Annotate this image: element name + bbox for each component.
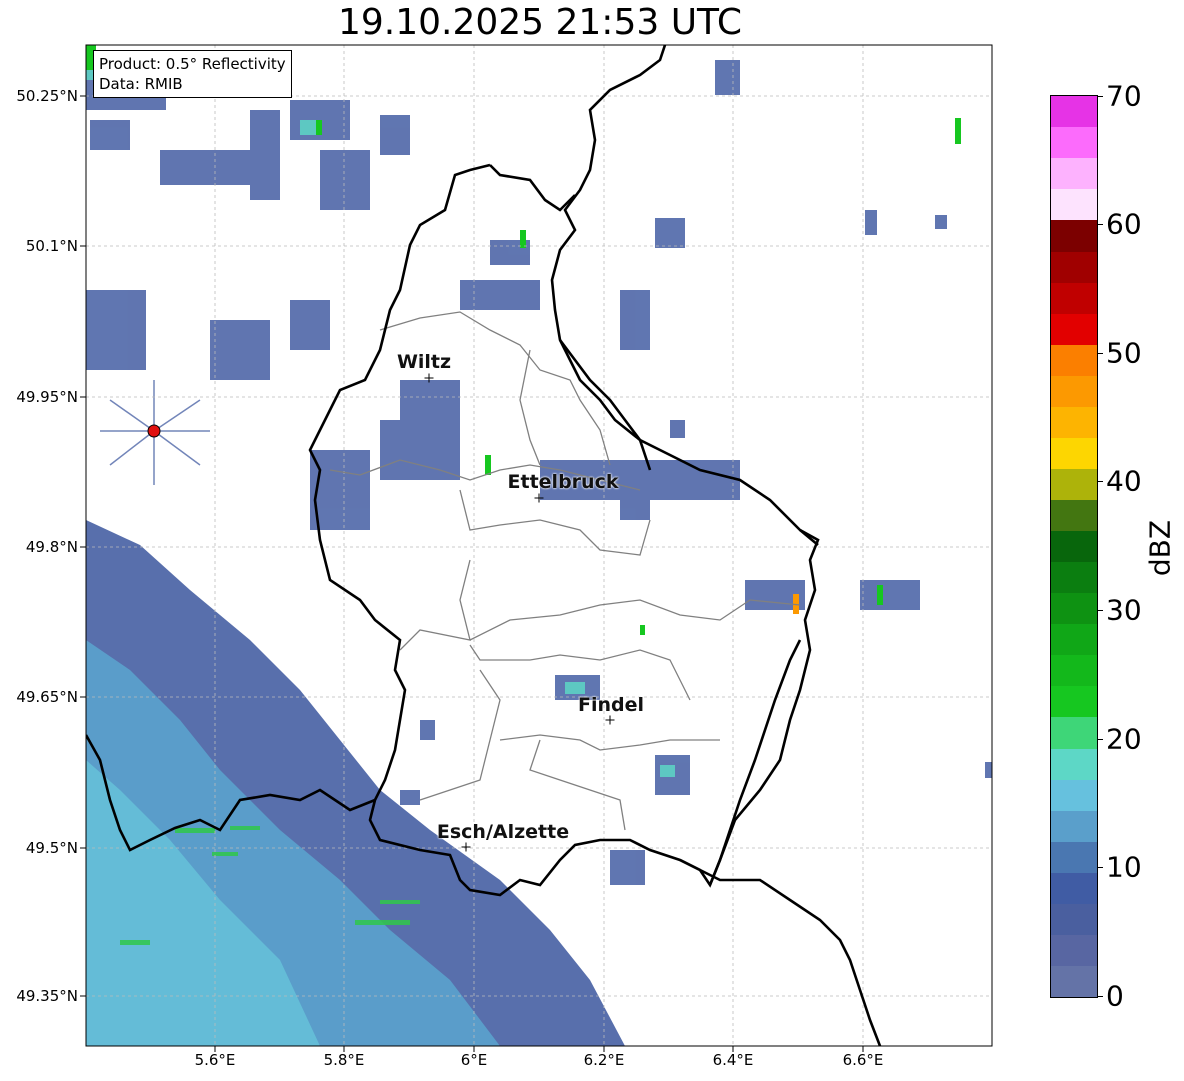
colorbar-segment bbox=[1051, 500, 1097, 532]
colorbar-tick bbox=[1097, 996, 1103, 997]
city-label-findel: Findel bbox=[577, 694, 645, 716]
colorbar-segment bbox=[1051, 96, 1097, 128]
colorbar-segment bbox=[1051, 127, 1097, 159]
colorbar-segment bbox=[1051, 282, 1097, 314]
colorbar-segment bbox=[1051, 872, 1097, 904]
city-marker-icon bbox=[605, 715, 615, 725]
colorbar-tick bbox=[1097, 610, 1103, 611]
colorbar-segment bbox=[1051, 686, 1097, 718]
lon-label: 5.6°E bbox=[194, 1051, 236, 1069]
colorbar-segment bbox=[1051, 593, 1097, 625]
colorbar-tick bbox=[1097, 867, 1103, 868]
colorbar-segment bbox=[1051, 841, 1097, 873]
colorbar-segment bbox=[1051, 406, 1097, 438]
product-label: Product: 0.5° Reflectivity bbox=[99, 55, 286, 73]
lon-label: 6.2°E bbox=[583, 1051, 625, 1069]
dbz-colorbar bbox=[1050, 95, 1098, 998]
lon-label: 6°E bbox=[460, 1051, 488, 1069]
lon-label: 6.4°E bbox=[712, 1051, 754, 1069]
colorbar-tick bbox=[1097, 481, 1103, 482]
colorbar-tick bbox=[1097, 739, 1103, 740]
colorbar-tick-label: 70 bbox=[1106, 79, 1142, 113]
data-source-label: Data: RMIB bbox=[99, 75, 183, 93]
city-label-esch-alzette: Esch/Alzette bbox=[436, 821, 570, 843]
radar-site-marker bbox=[147, 424, 161, 438]
lat-label: 49.95°N bbox=[16, 388, 78, 406]
city-label-wiltz: Wiltz bbox=[396, 351, 452, 373]
lat-label: 50.25°N bbox=[16, 87, 78, 105]
colorbar-segment bbox=[1051, 779, 1097, 811]
colorbar-segment bbox=[1051, 189, 1097, 221]
colorbar-tick-label: 50 bbox=[1106, 336, 1142, 370]
lat-label: 50.1°N bbox=[25, 237, 78, 255]
lat-label: 49.35°N bbox=[16, 987, 78, 1005]
colorbar-tick-label: 60 bbox=[1106, 207, 1142, 241]
colorbar-tick-label: 30 bbox=[1106, 593, 1142, 627]
city-marker-icon bbox=[534, 493, 544, 503]
colorbar-title: dBZ bbox=[1143, 519, 1177, 577]
lon-label: 6.6°E bbox=[842, 1051, 884, 1069]
colorbar-segment bbox=[1051, 624, 1097, 656]
lon-label: 5.8°E bbox=[323, 1051, 365, 1069]
colorbar-segment bbox=[1051, 313, 1097, 345]
colorbar-segment bbox=[1051, 562, 1097, 594]
colorbar-tick bbox=[1097, 96, 1103, 97]
colorbar-tick-label: 20 bbox=[1106, 722, 1142, 756]
city-marker-icon bbox=[424, 373, 434, 383]
colorbar-segment bbox=[1051, 531, 1097, 563]
lat-label: 49.5°N bbox=[25, 839, 78, 857]
radar-map bbox=[80, 44, 993, 1052]
colorbar-segment bbox=[1051, 468, 1097, 500]
colorbar-segment bbox=[1051, 810, 1097, 842]
city-label-ettelbruck: Ettelbruck bbox=[507, 471, 619, 493]
city-marker-icon bbox=[461, 842, 471, 852]
colorbar-tick bbox=[1097, 353, 1103, 354]
colorbar-segment bbox=[1051, 158, 1097, 190]
colorbar-tick-label: 40 bbox=[1106, 464, 1142, 498]
colorbar-segment bbox=[1051, 748, 1097, 780]
lat-label: 49.8°N bbox=[25, 538, 78, 556]
colorbar-segment bbox=[1051, 344, 1097, 376]
colorbar-segment bbox=[1051, 375, 1097, 407]
lat-label: 49.65°N bbox=[16, 688, 78, 706]
colorbar-segment bbox=[1051, 903, 1097, 935]
colorbar-tick-label: 0 bbox=[1106, 979, 1124, 1013]
product-info-box: Product: 0.5° Reflectivity Data: RMIB bbox=[93, 50, 292, 98]
colorbar-segment bbox=[1051, 220, 1097, 252]
colorbar-segment bbox=[1051, 437, 1097, 469]
colorbar-segment bbox=[1051, 655, 1097, 687]
colorbar-segment bbox=[1051, 934, 1097, 966]
colorbar-segment bbox=[1051, 251, 1097, 283]
colorbar-tick-label: 10 bbox=[1106, 850, 1142, 884]
colorbar-tick bbox=[1097, 224, 1103, 225]
colorbar-segment bbox=[1051, 965, 1097, 997]
colorbar-segment bbox=[1051, 717, 1097, 749]
